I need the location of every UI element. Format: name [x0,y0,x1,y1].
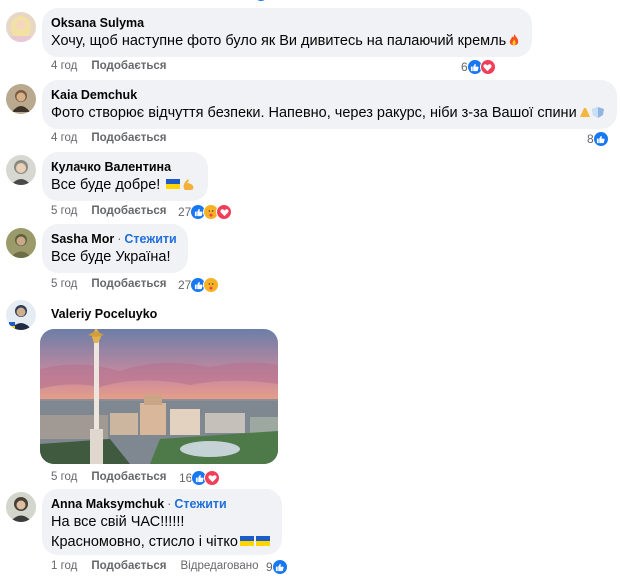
follow-button[interactable]: Стежити [124,232,176,246]
care-icon [203,277,220,293]
separator-dot: · [167,497,172,511]
love-icon [216,204,233,220]
previous-reaction-fragment [254,0,268,2]
love-icon [479,59,496,75]
like-button[interactable]: Подобається [91,132,166,144]
like-button[interactable]: Подобається [91,560,166,572]
like-button[interactable]: Подобається [91,205,166,217]
avatar[interactable] [6,84,36,114]
comment-text: Фото створює відчуття безпеки. Напевно, … [51,105,577,121]
reactions-summary[interactable]: 6 [461,58,496,76]
avatar[interactable] [6,155,36,185]
author-name[interactable]: Anna Maksymchuk [51,497,164,511]
reactions-summary[interactable]: 27 [178,203,233,221]
like-icon [271,559,288,575]
kyiv-independence-square-photo[interactable] [40,329,278,464]
comment-time[interactable]: 4 год [51,132,77,144]
comment-bubble: Kaia Demchuk Фото створює відчуття безпе… [42,80,617,129]
separator-dot: · [117,232,122,246]
author-name[interactable]: Valeriy Poceluyko [51,306,157,322]
author-name[interactable]: Oksana Sulyma [51,15,521,31]
reactions-count: 16 [179,471,193,485]
follow-button[interactable]: Стежити [174,497,226,511]
comment-time[interactable]: 5 год [51,471,77,483]
like-button[interactable]: Подобається [91,278,166,290]
like-icon [592,131,609,147]
comment-text: Все буде добре! [51,177,165,193]
reactions-count: 27 [178,205,192,219]
comment-bubble: Sasha Mor · Стежити Все буде Україна! [42,224,188,273]
comment-time[interactable]: 1 год [51,560,77,572]
pray-shield-icon [578,105,606,125]
author-name[interactable]: Кулачко Валентина [51,159,197,175]
edited-label: Відредаговано [180,560,259,572]
avatar[interactable] [6,12,36,42]
comment-text-line-1: На все свій ЧАС!!!!!! [51,514,185,530]
ukraine-flags-icon [239,534,271,554]
reactions-summary[interactable]: 27 [178,276,220,294]
reactions-summary[interactable]: 8 [587,130,609,148]
comment-time[interactable]: 5 год [51,278,77,290]
reactions-summary[interactable]: 9 [266,558,288,576]
reactions-summary[interactable]: 16 [179,469,221,487]
avatar[interactable] [6,300,36,330]
comment-time[interactable]: 4 год [51,60,77,72]
reactions-count: 27 [178,278,192,292]
like-button[interactable]: Подобається [91,60,166,72]
comment-bubble: Anna Maksymchuk · Стежити На все свій ЧАС!… [42,489,282,555]
like-button[interactable]: Подобається [91,471,166,483]
avatar[interactable] [6,228,36,258]
avatar[interactable] [6,492,36,522]
comment-bubble: Кулачко Валентина Все буде добре! [42,152,209,201]
author-name[interactable]: Kaia Demchuk [51,87,606,103]
comment-text-line-2: Красномовно, стисло і чітко [51,534,238,550]
comment-bubble: Oksana Sulyma Хочу, щоб наступне фото бу… [42,8,533,57]
comment-text: Хочу, щоб наступне фото було як Ви дивит… [51,33,507,49]
love-icon [204,470,221,486]
author-name[interactable]: Sasha Mor [51,232,114,246]
fire-icon [507,33,521,53]
ukraine-flag-muscle-icon [165,177,197,197]
comment-time[interactable]: 5 год [51,205,77,217]
comment-text: Все буде Україна! [51,249,171,265]
